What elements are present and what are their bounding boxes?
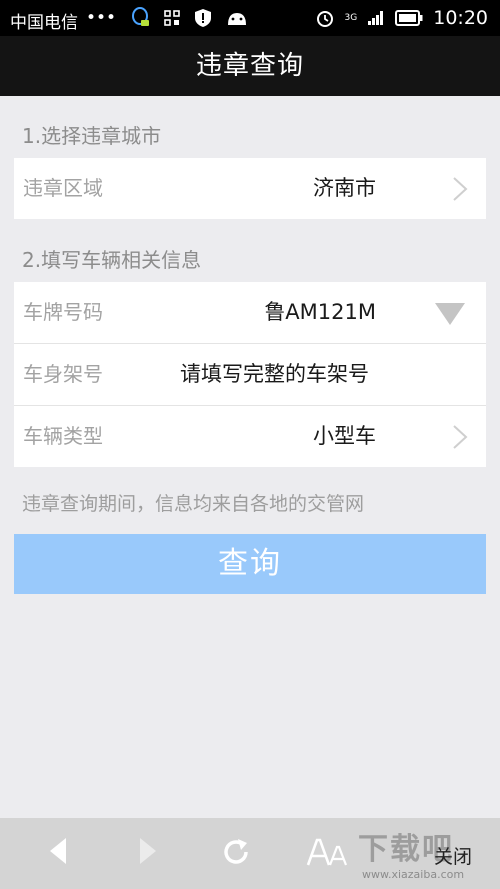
refresh-icon[interactable] (220, 836, 252, 868)
grid-icon (164, 10, 180, 26)
status-bar: 中国电信 ••• 3G 10:20 (0, 0, 500, 36)
city-card: 违章区域 济南市 (14, 158, 486, 219)
violation-area-row[interactable]: 违章区域 济南市 (14, 158, 486, 219)
plate-number-row[interactable]: 车牌号码 鲁AM121M (14, 282, 486, 344)
system-icons: 3G 10:20 (315, 7, 488, 29)
battery-icon (395, 10, 423, 26)
android-icon (228, 13, 247, 25)
carrier-name: 中国电信 (10, 13, 78, 33)
network-type: 3G (344, 12, 358, 23)
vehicle-card: 车牌号码 鲁AM121M 车身架号 请填写完整的车架号 车辆类型 小型车 (14, 282, 486, 467)
notification-icons: ••• (86, 7, 248, 29)
qq-icon (132, 7, 150, 26)
signal-icon (368, 11, 384, 25)
close-button[interactable]: 关闭 (434, 842, 472, 869)
section-title-city: 1.选择违章城市 (22, 124, 162, 148)
title-bar: 违章查询 (0, 36, 500, 96)
vehicle-type-value: 小型车 (313, 424, 376, 448)
clock: 10:20 (433, 7, 488, 29)
section-title-vehicle: 2.填写车辆相关信息 (22, 248, 202, 272)
vehicle-type-label: 车辆类型 (23, 424, 103, 448)
query-button[interactable]: 查询 (14, 534, 486, 594)
watermark-url: www.xiazaiba.com (362, 868, 465, 881)
chevron-right-icon (453, 177, 468, 201)
font-size-icon[interactable] (306, 838, 348, 866)
frame-number-label: 车身架号 (23, 362, 103, 386)
dots-indicator: ••• (86, 8, 117, 28)
shield-icon (195, 9, 212, 27)
page-title: 违章查询 (195, 51, 304, 81)
back-icon[interactable] (46, 836, 70, 866)
dropdown-triangle-icon[interactable] (434, 302, 466, 326)
chevron-right-icon (453, 425, 468, 449)
alarm-icon (316, 11, 333, 27)
plate-number-label: 车牌号码 (23, 300, 103, 324)
violation-area-label: 违章区域 (23, 176, 103, 200)
frame-number-input[interactable]: 请填写完整的车架号 (180, 344, 369, 405)
vehicle-type-row[interactable]: 车辆类型 小型车 (14, 406, 486, 467)
plate-number-value[interactable]: 鲁AM121M (264, 282, 376, 343)
frame-number-row[interactable]: 车身架号 请填写完整的车架号 (14, 344, 486, 406)
info-hint: 违章查询期间，信息均来自各地的交管网 (22, 493, 365, 515)
forward-icon[interactable] (136, 836, 160, 866)
violation-area-value: 济南市 (313, 176, 376, 200)
